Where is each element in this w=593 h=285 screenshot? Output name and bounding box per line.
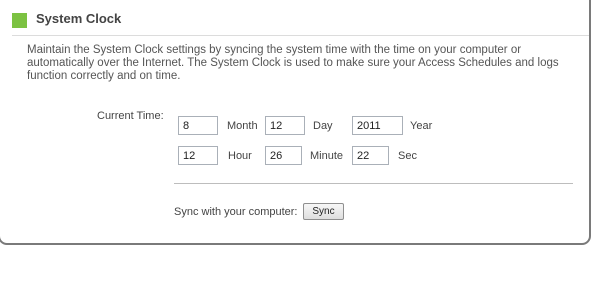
year-input[interactable] [352,116,403,135]
section-divider [12,35,589,36]
system-clock-panel: System Clock Maintain the System Clock s… [0,0,591,245]
year-label: Year [410,120,433,132]
hour-label: Hour [228,150,252,162]
section-title: System Clock [36,11,122,26]
month-input[interactable] [178,116,218,135]
sync-label: Sync with your computer: [174,206,298,218]
day-input[interactable] [265,116,305,135]
green-square-icon [12,13,27,28]
current-time-label: Current Time: [97,110,164,122]
hour-input[interactable] [178,146,218,165]
minute-input[interactable] [265,146,302,165]
section-description: Maintain the System Clock settings by sy… [27,44,559,82]
month-label: Month [227,120,258,132]
sync-button[interactable]: Sync [303,203,344,220]
second-label: Sec [398,150,417,162]
divider-line [174,183,573,184]
day-label: Day [313,120,333,132]
minute-label: Minute [310,150,344,162]
second-input[interactable] [352,146,389,165]
